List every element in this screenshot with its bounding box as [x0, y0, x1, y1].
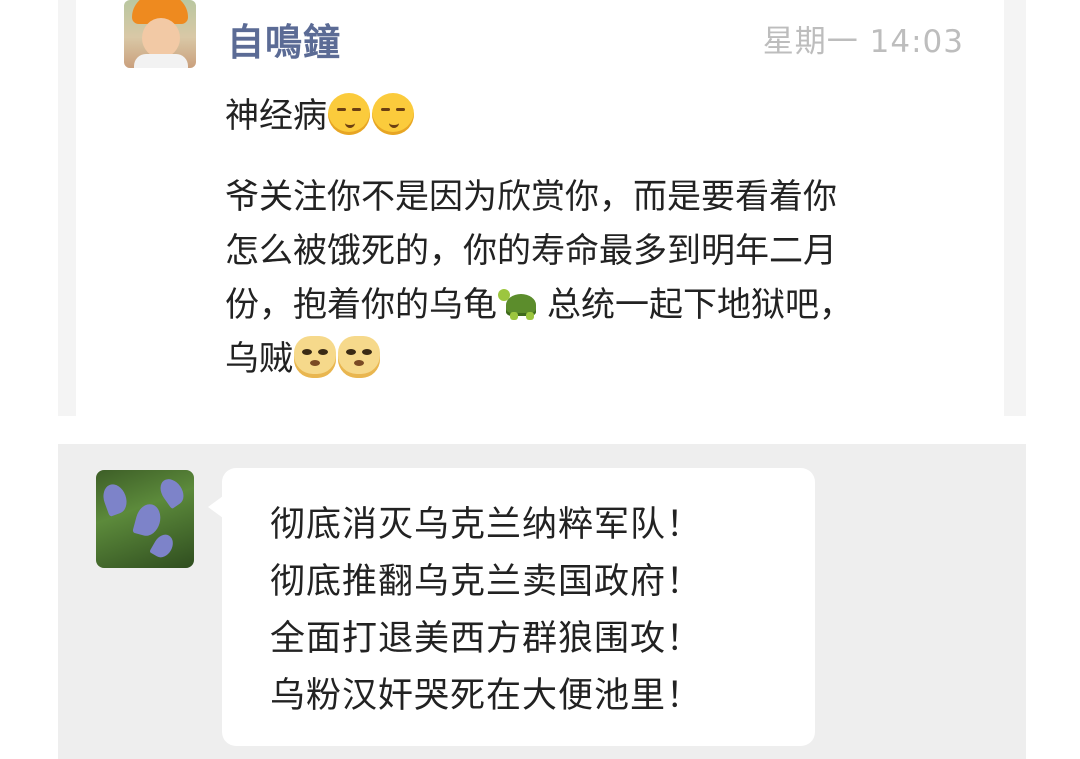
iris-flower-icon [149, 531, 177, 561]
message-line: 怎么被饿死的，你的寿命最多到明年二月 [225, 231, 837, 271]
iris-flower-icon [155, 474, 189, 510]
comment-first-message: 神经病 [225, 93, 415, 138]
message-line: 爷关注你不是因为欣赏你，而是要看着你 [225, 177, 837, 217]
iris-flower-icon [132, 501, 164, 539]
comment-second-message: 爷关注你不是因为欣赏你，而是要看着你 怎么被饿死的，你的寿命最多到明年二月 份，… [225, 170, 960, 386]
message-segment: 乌贼 [225, 339, 293, 379]
commenter-name[interactable]: 自鳴鐘 [227, 12, 341, 66]
chat-message-line: 乌粉汉奸哭死在大便池里！ [270, 676, 703, 716]
iris-flower-icon [99, 481, 131, 517]
first-message-text: 神经病 [225, 96, 327, 136]
commenter-avatar[interactable] [124, 0, 196, 68]
comment-timestamp: 星期一 14:03 [762, 24, 964, 60]
turtle-emoji [498, 286, 546, 322]
chat-message: 彻底消灭乌克兰纳粹军队！ 彻底推翻乌克兰卖国政府！ 全面打退美西方群狼围攻！ 乌… [270, 497, 790, 725]
message-line: 份，抱着你的乌龟 总统一起下地狱吧， [225, 278, 960, 332]
smirk-face-emoji [328, 93, 370, 135]
avatar-shirt [134, 54, 188, 68]
message-line: 乌贼 [225, 332, 960, 386]
chat-message-line: 全面打退美西方群狼围攻！ [270, 619, 703, 659]
message-segment: 总统一起下地狱吧， [547, 285, 853, 325]
doge-emoji [294, 336, 336, 378]
chat-bubble-tail [208, 496, 223, 518]
doge-emoji [338, 336, 380, 378]
chat-sender-avatar[interactable] [96, 470, 194, 568]
avatar-face [142, 18, 180, 58]
message-segment: 份，抱着你的乌龟 [225, 285, 497, 325]
chat-message-line: 彻底推翻乌克兰卖国政府！ [270, 562, 703, 602]
smirk-face-emoji [372, 93, 414, 135]
chat-message-line: 彻底消灭乌克兰纳粹军队！ [270, 505, 703, 545]
